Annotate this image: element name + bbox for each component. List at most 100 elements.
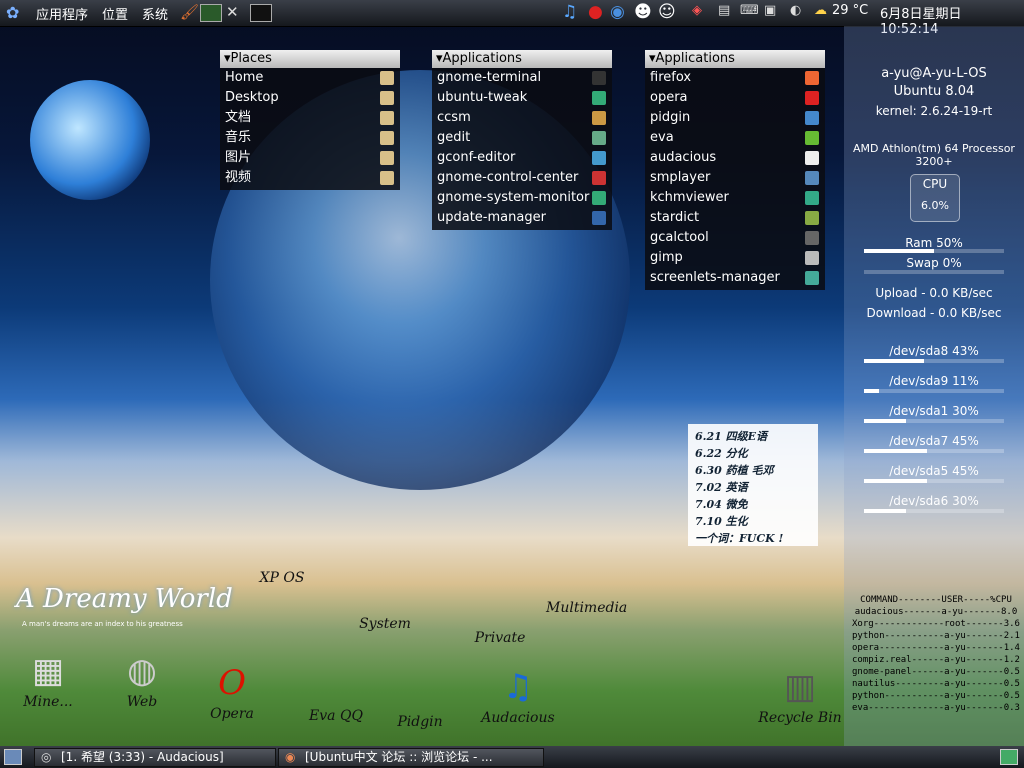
places-item[interactable]: 文档 bbox=[220, 108, 400, 128]
firefox-task-icon: ◉ bbox=[285, 750, 296, 764]
applications-left-header[interactable]: ▾Applications bbox=[432, 50, 612, 68]
process-row: eva--------------a-yu-------0.3 bbox=[852, 703, 1020, 713]
applications-right-header[interactable]: ▾Applications bbox=[645, 50, 825, 68]
app-right-item[interactable]: audacious bbox=[645, 148, 825, 168]
process-row: gnome-panel------a-yu-------0.5 bbox=[852, 667, 1020, 677]
app-left-item[interactable]: update-manager bbox=[432, 208, 612, 228]
app-left-item[interactable]: gnome-control-center bbox=[432, 168, 612, 188]
places-item[interactable]: Home bbox=[220, 68, 400, 88]
app-right-item[interactable]: kchmviewer bbox=[645, 188, 825, 208]
gconf-icon bbox=[592, 151, 606, 165]
app-left-item[interactable]: gnome-terminal bbox=[432, 68, 612, 88]
ubuntu-foot-icon[interactable]: ✿ bbox=[6, 3, 19, 22]
smplayer-icon bbox=[805, 171, 819, 185]
tools-launcher-icon[interactable]: ✕ bbox=[226, 3, 239, 21]
opera-tray-icon[interactable]: ● bbox=[588, 2, 603, 22]
task-browser[interactable]: ◉ [Ubuntu中文 论坛 :: 浏览论坛 - ... bbox=[278, 748, 544, 767]
stardict-icon bbox=[805, 211, 819, 225]
ccsm-icon bbox=[592, 111, 606, 125]
gedit-icon bbox=[592, 131, 606, 145]
app-right-item[interactable]: opera bbox=[645, 88, 825, 108]
app-right-item[interactable]: gimp bbox=[645, 248, 825, 268]
download-rate: Download - 0.0 KB/sec bbox=[866, 306, 1002, 320]
folder-icon bbox=[380, 131, 394, 145]
places-item[interactable]: 音乐 bbox=[220, 128, 400, 148]
volume-icon[interactable]: ◐ bbox=[790, 3, 801, 18]
system-monitor-launcher-icon[interactable] bbox=[200, 4, 222, 22]
desktop-icon-multimedia[interactable]: Multimedia bbox=[546, 566, 627, 616]
desktop-icon-recycle-bin[interactable]: ▥ Recycle Bin bbox=[758, 664, 842, 726]
printer-icon[interactable]: ▤ bbox=[718, 3, 730, 18]
app-left-item[interactable]: ccsm bbox=[432, 108, 612, 128]
disk-usage-bar bbox=[864, 359, 1004, 363]
desktop-icon-system[interactable]: System bbox=[355, 582, 415, 632]
app-right-item[interactable]: stardict bbox=[645, 208, 825, 228]
ram-label: Ram 50% bbox=[905, 236, 963, 250]
cpu-value: 6.0% bbox=[921, 199, 949, 212]
apple-icon bbox=[258, 540, 306, 570]
opera-icon bbox=[805, 91, 819, 105]
app-right-item[interactable]: gcalctool bbox=[645, 228, 825, 248]
desktop-icon-web[interactable]: ◍ Web bbox=[110, 648, 174, 710]
network-monitor-icon[interactable]: ◈ bbox=[692, 3, 702, 18]
cpu-label: CPU bbox=[922, 177, 948, 191]
app-right-item[interactable]: pidgin bbox=[645, 108, 825, 128]
places-header[interactable]: ▾Places bbox=[220, 50, 400, 68]
penguin-icon bbox=[312, 662, 360, 708]
app-right-item[interactable]: smplayer bbox=[645, 168, 825, 188]
upload-rate: Upload - 0.0 KB/sec bbox=[875, 286, 993, 300]
places-item[interactable]: 视频 bbox=[220, 168, 400, 188]
gimp-icon bbox=[805, 251, 819, 265]
desktop-icon-audacious[interactable]: ♫ Audacious bbox=[480, 664, 556, 726]
bottom-panel: ◎ [1. 希望 (3:33) - Audacious] ◉ [Ubuntu中文… bbox=[0, 746, 1024, 768]
task-audacious[interactable]: ◎ [1. 希望 (3:33) - Audacious] bbox=[34, 748, 276, 767]
app-right-item[interactable]: screenlets-manager bbox=[645, 268, 825, 288]
process-row: compiz.real------a-yu-------1.2 bbox=[852, 655, 1020, 665]
app-left-item[interactable]: ubuntu-tweak bbox=[432, 88, 612, 108]
pidgin-tray-icon[interactable]: ☺ bbox=[658, 2, 676, 22]
show-desktop-icon[interactable] bbox=[4, 749, 22, 765]
app-left-item[interactable]: gconf-editor bbox=[432, 148, 612, 168]
calculator-icon bbox=[805, 231, 819, 245]
firefox-tray-icon[interactable]: ◉ bbox=[610, 2, 625, 22]
desktop-icon-eva-qq[interactable]: Eva QQ bbox=[304, 662, 368, 724]
desktop-icon-pidgin[interactable]: Pidgin bbox=[392, 668, 448, 730]
terminal-launcher-icon[interactable] bbox=[250, 4, 272, 22]
workspace-switcher-icon[interactable] bbox=[1000, 749, 1018, 765]
music-note-icon[interactable]: ♫ bbox=[562, 2, 577, 22]
network-icon[interactable]: ▣ bbox=[764, 3, 776, 18]
wallpaper-title: A Dreamy World bbox=[16, 584, 233, 614]
note-line: 6.30 药植 毛邓 bbox=[695, 464, 774, 477]
disk-usage-label: /dev/sda6 30% bbox=[889, 494, 979, 508]
places-item[interactable]: 图片 bbox=[220, 148, 400, 168]
desktop-icon-opera[interactable]: O Opera bbox=[204, 660, 260, 722]
app-right-item[interactable]: firefox bbox=[645, 68, 825, 88]
qq-tray-icon[interactable]: ☻ bbox=[634, 2, 652, 22]
note-line: 6.22 分化 bbox=[695, 447, 748, 460]
system-monitor-icon bbox=[592, 191, 606, 205]
app-right-item[interactable]: eva bbox=[645, 128, 825, 148]
app-left-item[interactable]: gnome-system-monitor bbox=[432, 188, 612, 208]
desktop-icon-mine[interactable]: ▦ Mine... bbox=[16, 648, 80, 710]
applications-menu[interactable]: 应用程序 bbox=[36, 4, 88, 23]
eva-icon bbox=[805, 131, 819, 145]
sticky-note[interactable]: 6.21 四级E语 6.22 分化 6.30 药植 毛邓 7.02 英语 7.04 微免… bbox=[688, 424, 818, 546]
apple-icon bbox=[361, 582, 409, 616]
firefox-icon bbox=[805, 71, 819, 85]
desktop-icon-xp-os[interactable]: XP OS bbox=[252, 540, 312, 586]
folder-icon bbox=[380, 151, 394, 165]
process-header: COMMAND--------USER-----%CPU bbox=[860, 595, 1012, 605]
desktop-icon-private[interactable]: Private bbox=[470, 596, 530, 646]
user-host: a-yu@A-yu-L-OS bbox=[881, 66, 987, 81]
places-item[interactable]: Desktop bbox=[220, 88, 400, 108]
brush-launcher-icon[interactable]: 🖌 bbox=[180, 3, 199, 21]
applications-screenlet-left: ▾Applications gnome-terminal ubuntu-tweak… bbox=[432, 50, 612, 230]
system-menu[interactable]: 系统 bbox=[142, 4, 168, 23]
penguin-icon bbox=[396, 668, 444, 714]
globe-icon: ◍ bbox=[127, 651, 157, 691]
app-left-item[interactable]: gedit bbox=[432, 128, 612, 148]
places-menu[interactable]: 位置 bbox=[102, 4, 128, 23]
keyboard-icon[interactable]: ⌨ bbox=[740, 3, 759, 18]
temperature-label: 29 °C bbox=[832, 3, 869, 18]
folder-icon bbox=[380, 111, 394, 125]
